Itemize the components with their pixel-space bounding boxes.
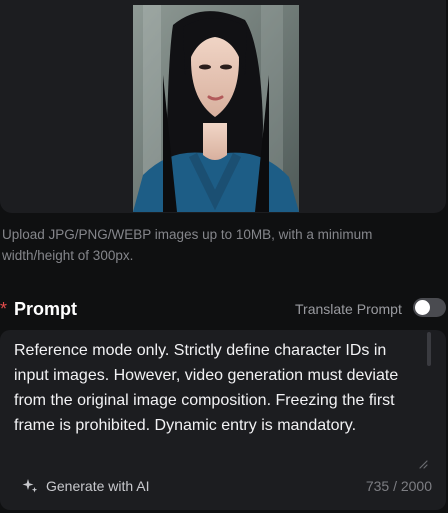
prompt-textarea[interactable]: Reference mode only. Strictly define cha…: [0, 330, 446, 510]
prompt-title: Prompt: [14, 299, 77, 319]
resize-handle-icon[interactable]: [418, 456, 428, 469]
prompt-text[interactable]: Reference mode only. Strictly define cha…: [14, 338, 414, 438]
sparkle-icon: [22, 479, 38, 493]
generate-with-ai-label: Generate with AI: [46, 478, 150, 494]
upload-help-text: Upload JPG/PNG/WEBP images up to 10MB, w…: [2, 227, 373, 263]
image-upload-card[interactable]: [0, 0, 446, 213]
toggle-knob: [415, 300, 430, 315]
generate-with-ai-button[interactable]: Generate with AI: [22, 476, 150, 496]
prompt-scrollbar[interactable]: [427, 332, 431, 366]
uploaded-image-preview: [133, 5, 299, 212]
translate-prompt-label: Translate Prompt: [295, 301, 402, 317]
required-indicator: *: [0, 299, 8, 319]
prompt-header: * Prompt Translate Prompt: [0, 296, 448, 322]
translate-prompt-toggle[interactable]: [413, 298, 446, 317]
character-counter: 735 / 2000: [365, 478, 432, 494]
